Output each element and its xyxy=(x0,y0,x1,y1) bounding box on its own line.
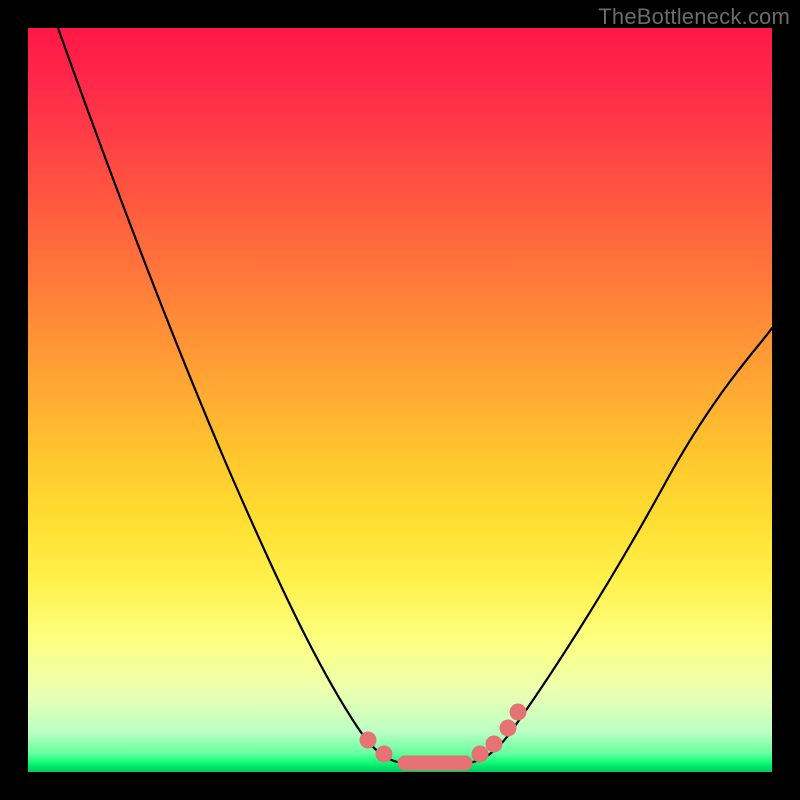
bottleneck-curve xyxy=(58,28,772,763)
flat-markers xyxy=(360,704,526,770)
watermark-text: TheBottleneck.com xyxy=(598,4,790,30)
plot-area xyxy=(28,28,772,772)
chart-frame: TheBottleneck.com xyxy=(0,0,800,800)
chart-svg xyxy=(28,28,772,772)
